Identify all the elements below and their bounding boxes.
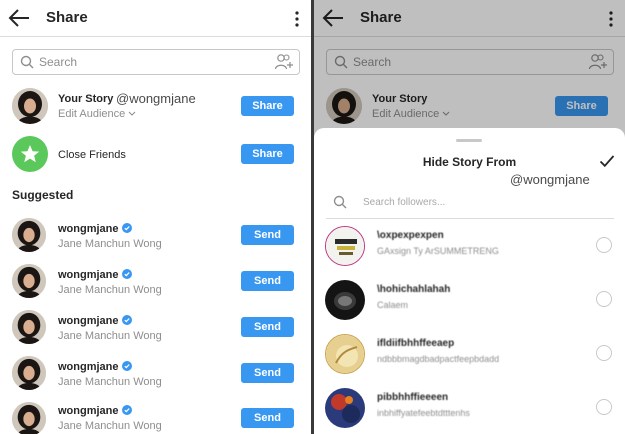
follower-row[interactable]: \hohichahlahah Calaem (314, 276, 625, 324)
select-radio[interactable] (596, 237, 612, 253)
edit-audience-label: Edit Audience (58, 108, 126, 120)
watermark-text: @wongmjane (116, 91, 196, 106)
avatar (12, 356, 46, 390)
username: wongmjane (58, 361, 132, 373)
send-button[interactable]: Send (241, 317, 294, 337)
list-item: wongmjane Jane Manchun Wong Send (0, 353, 311, 393)
search-bar (12, 49, 300, 75)
select-radio[interactable] (596, 291, 612, 307)
avatar (12, 88, 48, 124)
follower-avatar (325, 334, 365, 374)
avatar (12, 218, 46, 252)
close-friends-badge (12, 136, 48, 172)
follower-sub: Calaem (377, 300, 409, 310)
suggested-heading: Suggested (12, 188, 74, 202)
verified-badge-icon (121, 405, 132, 415)
share-story-button[interactable]: Share (241, 96, 294, 116)
follower-avatar (325, 226, 365, 266)
checkmark-icon[interactable] (599, 154, 615, 168)
follower-sub: ndbbbmagdbadpactfeepbdadd (377, 354, 500, 364)
full-name: Jane Manchun Wong (58, 376, 162, 388)
share-screen-left: Share Your Story Edit Audience @wongmjan… (0, 0, 311, 434)
select-radio[interactable] (596, 399, 612, 415)
more-options-icon[interactable] (293, 10, 301, 28)
follower-search-input[interactable] (363, 192, 583, 212)
send-button[interactable]: Send (241, 225, 294, 245)
follower-name: pibbhhffieeeen (377, 392, 449, 403)
full-name: Jane Manchun Wong (58, 330, 162, 342)
share-close-friends-button[interactable]: Share (241, 144, 294, 164)
close-friends-row: Close Friends Share (0, 134, 311, 174)
list-item: wongmjane Jane Manchun Wong Send (0, 399, 311, 434)
follower-sub: GAxsign Ty ArSUMMETRENG (377, 246, 499, 256)
verified-badge-icon (121, 315, 132, 325)
avatar (12, 264, 46, 298)
close-friends-label: Close Friends (58, 149, 126, 161)
back-arrow-icon[interactable] (8, 8, 30, 28)
send-button[interactable]: Send (241, 271, 294, 291)
page-title: Share (46, 9, 88, 26)
top-bar: Share (0, 0, 311, 37)
search-icon (20, 55, 34, 69)
list-item: wongmjane Jane Manchun Wong Send (0, 307, 311, 347)
follower-avatar (325, 280, 365, 320)
add-people-icon[interactable] (274, 53, 294, 71)
list-item: wongmjane Jane Manchun Wong Send (0, 215, 311, 255)
your-story-label: Your Story (58, 93, 114, 105)
star-icon (20, 145, 40, 163)
send-button[interactable]: Send (241, 363, 294, 383)
avatar (12, 310, 46, 344)
follower-row[interactable]: ifldiifbhhffeeaep ndbbbmagdbadpactfeepbd… (314, 330, 625, 378)
share-screen-right: Share Your Story Edit Audience Share Hid… (314, 0, 625, 434)
follower-name: \oxpexpexpen (377, 230, 444, 241)
follower-search-bar (326, 188, 614, 219)
search-input[interactable] (39, 52, 259, 72)
follower-row[interactable]: \oxpexpexpen GAxsign Ty ArSUMMETRENG (314, 222, 625, 270)
username: wongmjane (58, 269, 132, 281)
follower-row[interactable]: pibbhhffieeeen inbhiffyatefeebtdtttenhs (314, 384, 625, 432)
username: wongmjane (58, 315, 132, 327)
full-name: Jane Manchun Wong (58, 420, 162, 432)
screenshot-root: Share Your Story Edit Audience @wongmjan… (0, 0, 625, 434)
verified-badge-icon (121, 269, 132, 279)
username: wongmjane (58, 405, 132, 417)
chevron-down-icon (128, 111, 136, 116)
list-item: wongmjane Jane Manchun Wong Send (0, 261, 311, 301)
search-icon (333, 195, 347, 209)
send-button[interactable]: Send (241, 408, 294, 428)
full-name: Jane Manchun Wong (58, 284, 162, 296)
edit-audience-link[interactable]: Edit Audience (58, 108, 136, 120)
username: wongmjane (58, 223, 132, 235)
select-radio[interactable] (596, 345, 612, 361)
drag-handle[interactable] (456, 139, 482, 142)
verified-badge-icon (121, 223, 132, 233)
watermark-text: @wongmjane (510, 172, 590, 187)
follower-name: ifldiifbhhffeeaep (377, 338, 455, 349)
follower-avatar (325, 388, 365, 428)
follower-name: \hohichahlahah (377, 284, 451, 295)
avatar (12, 402, 46, 434)
your-story-row: Your Story Edit Audience @wongmjane Shar… (0, 86, 311, 126)
follower-sub: inbhiffyatefeebtdtttenhs (377, 408, 470, 418)
sheet-title: Hide Story From (422, 155, 517, 169)
verified-badge-icon (121, 361, 132, 371)
hide-story-sheet: Hide Story From @wongmjane \oxpexpexpen … (314, 128, 625, 434)
full-name: Jane Manchun Wong (58, 238, 162, 250)
